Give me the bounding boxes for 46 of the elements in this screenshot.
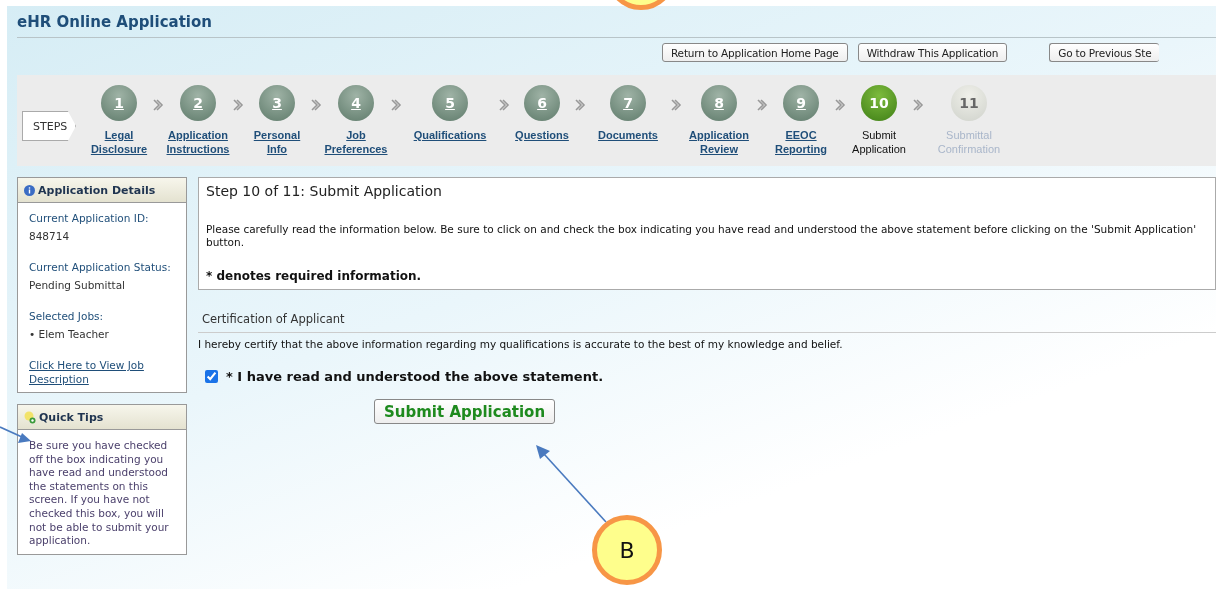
chevron-icon xyxy=(756,99,768,111)
chevron-icon xyxy=(498,99,510,111)
action-button[interactable]: Go to Previous Ste xyxy=(1049,43,1160,62)
panel-title: Quick Tips xyxy=(39,410,104,424)
field-label: Selected Jobs: xyxy=(29,310,105,324)
step-link[interactable]: Questions xyxy=(510,128,574,142)
panel-title: Application Details xyxy=(38,183,156,197)
action-button[interactable]: Return to Application Home Page xyxy=(662,43,848,62)
step-link[interactable]: Qualifications xyxy=(402,128,498,142)
steps-tag: STEPS xyxy=(22,111,76,141)
field-label: Current Application ID: xyxy=(29,212,150,226)
lightbulb-icon xyxy=(24,410,36,424)
certification-text: I hereby certify that the above information regarding my qualifications is accurate to the best of my knowledge and belief. xyxy=(198,338,844,350)
chevron-icon xyxy=(152,99,164,111)
agreement-label: * I have read and understood the above statement. xyxy=(226,369,604,384)
chevron-icon xyxy=(834,99,846,111)
agreement-checkbox[interactable] xyxy=(205,370,218,383)
submit-button[interactable]: Submit Application xyxy=(374,399,556,424)
step-link[interactable]: Application Review xyxy=(682,128,756,156)
step-link[interactable]: Legal Disclosure xyxy=(86,128,152,156)
intro-text: Please carefully read the information below. Be sure to click on and check the box indicating you have read and understood the above statement before clicking on the 'Submit Application' button. xyxy=(206,223,1198,249)
chevron-icon xyxy=(390,99,402,111)
field-value: Pending Submittal xyxy=(29,278,127,292)
chevron-icon xyxy=(574,99,586,111)
info-icon xyxy=(24,184,35,196)
action-button[interactable]: Withdraw This Application xyxy=(857,43,1008,62)
field-value: 848714 xyxy=(29,229,71,243)
field-label: Current Application Status: xyxy=(29,261,172,275)
chevron-icon xyxy=(232,99,244,111)
step-link[interactable]: EEOC Reporting xyxy=(768,128,834,156)
chevron-icon xyxy=(912,99,924,111)
step-link[interactable]: Application Instructions xyxy=(164,128,232,156)
step-link[interactable]: Job Preferences xyxy=(322,128,390,156)
chevron-icon xyxy=(310,99,322,111)
field-value: • Elem Teacher xyxy=(29,327,110,341)
app-title: eHR Online Application xyxy=(17,6,1216,38)
step-label[interactable]: Submit Application xyxy=(846,128,912,156)
step-heading: Step 10 of 11: Submit Application xyxy=(206,183,443,199)
chevron-icon xyxy=(670,99,682,111)
step-link[interactable]: Documents xyxy=(586,128,670,142)
job-description-link[interactable]: Click Here to View Job Description xyxy=(29,359,180,386)
required-note: * denotes required information. xyxy=(206,269,423,283)
step-link[interactable]: Personal Info xyxy=(244,128,310,156)
arrow xyxy=(0,424,32,446)
tip-text: Be sure you have checked off the box indicating you have read and understood the statements on this screen. If you have not checked this box, you will not be able to submit your application. xyxy=(29,439,170,548)
section-title: Certification of Applicant xyxy=(198,312,1216,333)
